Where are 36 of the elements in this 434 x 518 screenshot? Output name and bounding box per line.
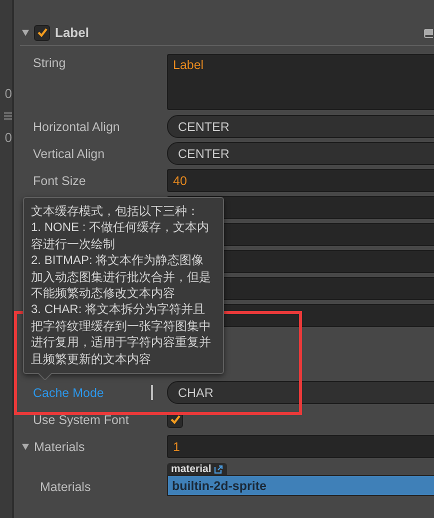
tooltip-line: 3. CHAR: 将文本拆分为字符并且 [31, 301, 206, 318]
asset-type-tag: material [167, 463, 228, 475]
tooltip-line: 容进行一次绘制 [31, 236, 116, 252]
property-label: Materials [34, 440, 85, 454]
expanded-arrow-icon[interactable] [22, 29, 29, 36]
property-label: Vertical Align [32, 146, 105, 160]
number-input[interactable]: 40 [167, 169, 434, 192]
tooltip-line: 2. BITMAP: 将文本作为静态图像 [31, 252, 205, 269]
tooltip-line: 把字符纹理缓存到一张字符图集中 [31, 318, 212, 334]
tooltip-line: 文本缓存模式，包括以下三种： [31, 203, 200, 220]
cut-off-value: 0 [4, 85, 12, 103]
property-label: Use System Font [32, 412, 130, 426]
string-input[interactable]: Label [167, 54, 434, 110]
book-icon[interactable] [423, 28, 434, 38]
external-link-icon[interactable] [214, 464, 224, 474]
select-field[interactable]: CENTER [167, 142, 434, 165]
property-label: Materials [39, 480, 92, 496]
select-field[interactable]: CENTER [167, 115, 434, 138]
tooltip-line: 1. NONE : 不做任何缓存，文本内 [31, 219, 210, 236]
tooltip-line: 加入动态图集进行批次合并，但是 [31, 268, 212, 286]
checkbox[interactable] [34, 24, 50, 40]
text-cursor-icon [151, 385, 153, 400]
expanded-arrow-icon[interactable] [22, 443, 29, 450]
select-field[interactable]: CHAR [167, 381, 434, 404]
property-label: Cache Mode [32, 386, 104, 400]
tooltip-line: 不能频繁动态修改文本内容 [31, 285, 176, 302]
menu-icon[interactable] [4, 112, 12, 120]
cut-off-value: 0 [4, 129, 12, 147]
tooltip-line: 且频繁更新的文本内容 [31, 350, 152, 368]
asset-field[interactable]: builtin-2d-sprite [167, 475, 434, 496]
component-title: Label [55, 25, 90, 40]
property-label: Horizontal Align [32, 120, 120, 134]
number-input[interactable]: 1 [167, 435, 434, 458]
property-label: String [32, 55, 67, 70]
property-label: Font Size [32, 174, 87, 188]
tooltip-line: 进行复用，适用于字符内容重复并 [31, 334, 212, 351]
